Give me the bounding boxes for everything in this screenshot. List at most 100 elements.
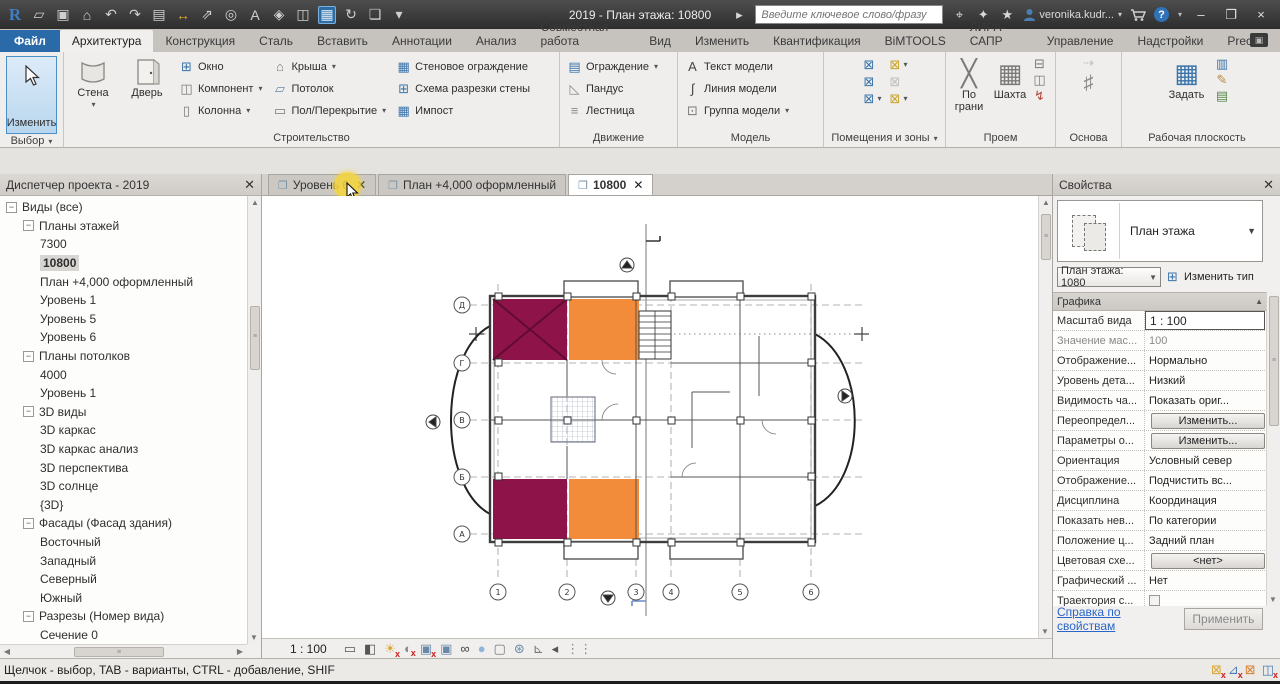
- minimize-button[interactable]: –: [1190, 6, 1212, 24]
- panel-label-build[interactable]: Строительство: [64, 131, 559, 147]
- tree-node[interactable]: − 3D солнце: [0, 477, 247, 496]
- workplane-viewer-icon[interactable]: ▤: [1215, 88, 1230, 103]
- tree-node[interactable]: − Планы этажей: [0, 217, 247, 236]
- collapse-icon[interactable]: −: [23, 611, 34, 622]
- ribbon-tab[interactable]: Управление: [1035, 30, 1126, 52]
- crop-view-icon[interactable]: ▣ x: [420, 641, 432, 657]
- collapse-icon[interactable]: −: [23, 406, 34, 417]
- panel-label-circulation[interactable]: Движение: [560, 131, 677, 147]
- grid-icon[interactable]: ♯: [1084, 72, 1094, 95]
- collapse-icon[interactable]: −: [23, 220, 34, 231]
- aligned-dimension-icon[interactable]: ⇗: [198, 6, 216, 24]
- user-account[interactable]: veronika.kudr... ▾: [1023, 8, 1122, 21]
- tree-node[interactable]: − Разрезы (Номер вида): [0, 607, 247, 626]
- tree-node[interactable]: − 10800: [0, 254, 247, 273]
- sync-icon[interactable]: ↻: [342, 6, 360, 24]
- property-row[interactable]: Положение ц... Задний план: [1053, 531, 1267, 551]
- text-icon[interactable]: A: [246, 6, 264, 24]
- tree-node[interactable]: − Виды (все): [0, 198, 247, 217]
- ramp-button[interactable]: ◺Пандус: [564, 78, 661, 99]
- properties-header[interactable]: Свойства ✕: [1053, 174, 1280, 196]
- panel-label-model[interactable]: Модель: [678, 131, 823, 147]
- view-scale[interactable]: 1 : 100: [290, 642, 327, 656]
- property-row[interactable]: Отображение... Подчистить вс...: [1053, 471, 1267, 491]
- properties-help-link[interactable]: Справка по свойствам: [1057, 605, 1178, 633]
- property-row[interactable]: Уровень дета... Низкий: [1053, 371, 1267, 391]
- undo-icon[interactable]: ↶: [102, 6, 120, 24]
- show-workplane-icon[interactable]: ▥: [1215, 56, 1230, 71]
- property-row[interactable]: Графический ... Нет: [1053, 571, 1267, 591]
- set-workplane-button[interactable]: ▦Задать: [1165, 55, 1209, 101]
- browser-horizontal-scrollbar[interactable]: ◀ ≡ ▶: [0, 644, 247, 658]
- design-options-icon[interactable]: ⊿ x: [1228, 662, 1239, 678]
- project-browser-header[interactable]: Диспетчер проекта - 2019 ✕: [0, 174, 261, 196]
- collapse-icon[interactable]: −: [6, 202, 17, 213]
- close-view-icon[interactable]: ✕: [633, 178, 643, 192]
- tree-node[interactable]: − 3D каркас анализ: [0, 440, 247, 459]
- browser-vertical-scrollbar[interactable]: ▲ ≡ ▼: [247, 196, 261, 644]
- tag-room-icon[interactable]: ⊠▾: [861, 74, 881, 89]
- tree-node[interactable]: − {3D}: [0, 496, 247, 515]
- tree-node[interactable]: − 3D каркас: [0, 421, 247, 440]
- property-row[interactable]: Отображение... Нормально: [1053, 351, 1267, 371]
- panel-label-select[interactable]: Выбор ▾: [0, 134, 63, 147]
- shadows-icon[interactable]: ◐ x: [404, 641, 412, 656]
- property-row[interactable]: Траектория с...: [1053, 591, 1267, 606]
- tree-node[interactable]: − Уровень 1: [0, 384, 247, 403]
- column-button[interactable]: ▯Колонна▾: [176, 100, 265, 121]
- edit-type-button[interactable]: ⊞ Изменить тип: [1165, 270, 1254, 285]
- apply-button[interactable]: Применить: [1184, 608, 1263, 630]
- redo-icon[interactable]: ↷: [126, 6, 144, 24]
- opening-by-face-button[interactable]: ╳По грани: [950, 55, 988, 113]
- tree-node[interactable]: − Западный: [0, 551, 247, 570]
- help-dropdown-icon[interactable]: ▾: [1178, 10, 1182, 19]
- area-boundary-icon[interactable]: ⊠▾: [888, 91, 908, 106]
- panel-label-datum[interactable]: Основа: [1056, 131, 1121, 147]
- tree-node[interactable]: − Северный: [0, 570, 247, 589]
- combo-dropdown-icon[interactable]: ▼: [1149, 273, 1157, 282]
- railing-button[interactable]: ▤Ограждение▾: [564, 56, 661, 77]
- canvas-vertical-scrollbar[interactable]: ▲ ≡ ▼: [1038, 196, 1052, 638]
- ribbon-tab[interactable]: Конструкция: [153, 30, 247, 52]
- tree-node[interactable]: − 7300: [0, 235, 247, 254]
- ceiling-button[interactable]: ▱Потолок: [269, 78, 389, 99]
- tree-node[interactable]: − Планы потолков: [0, 347, 247, 366]
- ribbon-tab[interactable]: Файл: [0, 30, 60, 52]
- canvas-scroll-down-icon[interactable]: ▼: [1038, 627, 1052, 636]
- tree-node[interactable]: − 3D виды: [0, 403, 247, 422]
- cart-icon[interactable]: [1130, 8, 1146, 22]
- worksets-icon[interactable]: ⊠ x: [1211, 662, 1222, 678]
- user-dropdown-icon[interactable]: ▾: [1118, 10, 1122, 19]
- vertical-opening-icon[interactable]: ◫: [1032, 72, 1047, 87]
- tree-node[interactable]: − Южный: [0, 588, 247, 607]
- property-row[interactable]: Переопредел... Изменить...: [1053, 411, 1267, 431]
- section-graphics[interactable]: Графика ▲: [1053, 293, 1267, 311]
- model-text-button[interactable]: AТекст модели: [682, 56, 792, 77]
- dormer-opening-icon[interactable]: ↯: [1032, 88, 1047, 103]
- close-browser-icon[interactable]: ✕: [244, 177, 255, 193]
- property-row[interactable]: Параметры о... Изменить...: [1053, 431, 1267, 451]
- property-row[interactable]: Значение мас... 100: [1053, 331, 1267, 351]
- property-row[interactable]: Цветовая схе... <нет>: [1053, 551, 1267, 571]
- scroll-up-icon[interactable]: ▲: [248, 196, 262, 207]
- curtain-wall-button[interactable]: ▦Стеновое ограждение: [393, 56, 533, 77]
- tree-node[interactable]: − 3D перспектива: [0, 458, 247, 477]
- door-button[interactable]: Дверь: [122, 55, 172, 99]
- collapse-icon[interactable]: ◂ x: [552, 641, 559, 657]
- canvas-scroll-up-icon[interactable]: ▲: [1039, 196, 1053, 207]
- home-icon[interactable]: ⌂: [78, 6, 96, 24]
- ribbon-tab[interactable]: Вид: [637, 30, 683, 52]
- hide-isolate-icon[interactable]: ∞ x: [460, 641, 469, 656]
- print-icon[interactable]: ▤: [150, 6, 168, 24]
- tree-node[interactable]: − Уровень 1: [0, 291, 247, 310]
- properties-vertical-scrollbar[interactable]: ≡ ▼: [1266, 292, 1280, 606]
- scroll-down-icon[interactable]: ▼: [247, 633, 261, 642]
- panel-label-opening[interactable]: Проем: [946, 131, 1055, 147]
- search-arrow-icon[interactable]: ▸: [731, 7, 747, 23]
- show-crop-icon[interactable]: ▣ x: [440, 641, 452, 657]
- ribbon-tab[interactable]: ЛИРА-САПР: [958, 16, 1035, 52]
- section-icon[interactable]: ◫: [294, 6, 312, 24]
- visual-style-icon[interactable]: ▭ x: [344, 641, 356, 657]
- roof-button[interactable]: ⌂Крыша▾: [269, 56, 389, 77]
- panel-label-workplane[interactable]: Рабочая плоскость: [1122, 131, 1272, 147]
